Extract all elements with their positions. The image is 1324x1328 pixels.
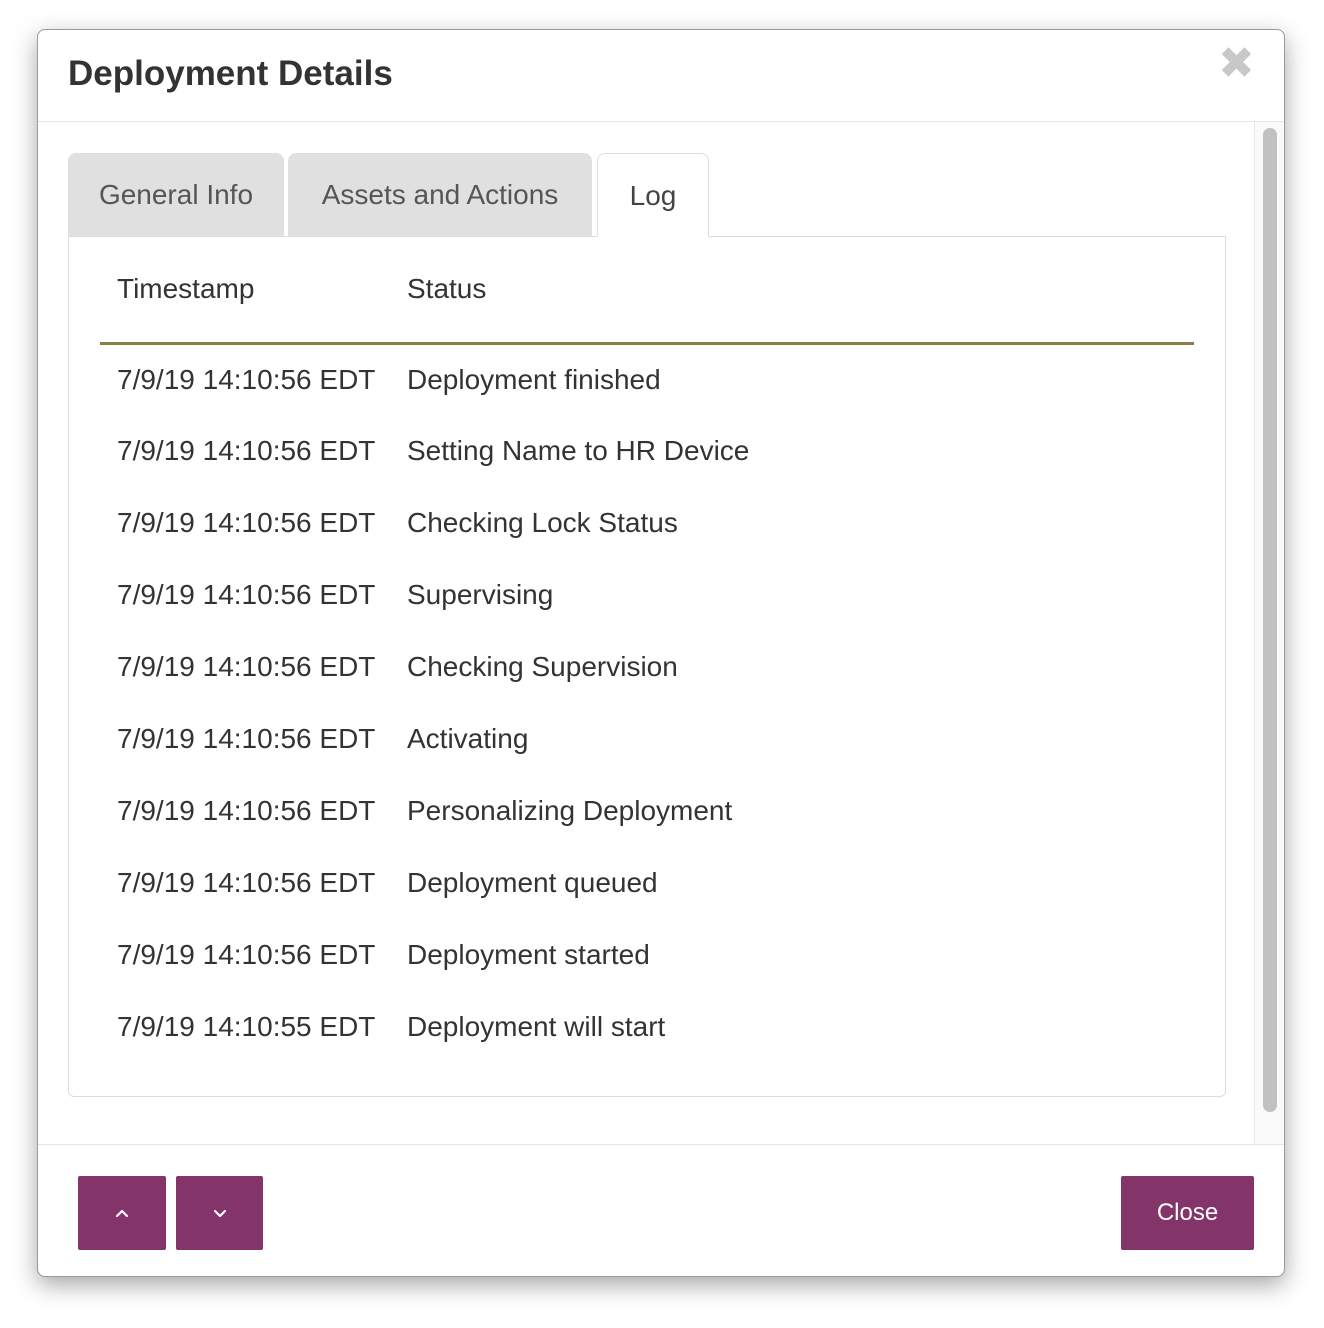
log-panel: Timestamp Status 7/9/19 14:10:56 EDT Dep… — [68, 237, 1226, 1097]
timestamp-cell: 7/9/19 14:10:56 EDT — [117, 939, 376, 970]
timestamp-cell: 7/9/19 14:10:56 EDT — [117, 507, 376, 538]
close-icon[interactable]: ✖ — [1218, 42, 1255, 86]
table-row: 7/9/19 14:10:56 EDT Deployment finished — [100, 343, 1194, 415]
scrollbar-thumb[interactable] — [1263, 128, 1277, 1112]
table-row: 7/9/19 14:10:56 EDT Checking Supervision — [100, 631, 1194, 703]
status-cell: Deployment finished — [407, 363, 661, 395]
dialog-header: Deployment Details ✖ — [38, 30, 1284, 122]
status-cell: Checking Supervision — [407, 651, 678, 682]
table-row: 7/9/19 14:10:56 EDT Personalizing Deploy… — [100, 775, 1194, 847]
timestamp-cell: 7/9/19 14:10:56 EDT — [117, 435, 376, 466]
column-header-timestamp: Timestamp — [100, 237, 390, 345]
table-row: 7/9/19 14:10:56 EDT Activating — [100, 703, 1194, 775]
next-button[interactable] — [176, 1176, 263, 1250]
tab-assets-and-actions[interactable]: Assets and Actions — [288, 153, 592, 236]
tab-bar: General Info Assets and Actions Log — [68, 153, 1226, 237]
status-cell: Setting Name to HR Device — [407, 435, 750, 466]
timestamp-cell: 7/9/19 14:10:56 EDT — [117, 363, 376, 395]
previous-button[interactable] — [78, 1176, 166, 1250]
log-table-header-row: Timestamp Status — [100, 237, 1194, 345]
table-row: 7/9/19 14:10:56 EDT Deployment started — [100, 919, 1194, 991]
timestamp-cell: 7/9/19 14:10:56 EDT — [117, 651, 376, 682]
deployment-details-dialog: Deployment Details ✖ General Info Assets… — [37, 29, 1285, 1277]
table-row: 7/9/19 14:10:56 EDT Deployment queued — [100, 847, 1194, 919]
status-cell: Supervising — [407, 579, 554, 610]
column-header-status: Status — [390, 237, 1194, 345]
table-row: 7/9/19 14:10:56 EDT Checking Lock Status — [100, 487, 1194, 559]
table-row: 7/9/19 14:10:56 EDT Supervising — [100, 559, 1194, 631]
table-row: 7/9/19 14:10:56 EDT Setting Name to HR D… — [100, 415, 1194, 487]
dialog-footer: Close — [38, 1144, 1284, 1276]
scrollbar[interactable] — [1254, 122, 1284, 1144]
status-cell: Deployment will start — [407, 1011, 666, 1042]
status-cell: Checking Lock Status — [407, 507, 678, 538]
dialog-title: Deployment Details — [68, 54, 393, 93]
status-cell: Deployment started — [407, 939, 650, 970]
chevron-down-icon — [213, 1209, 226, 1218]
dialog-body: General Info Assets and Actions Log Time… — [38, 122, 1256, 1144]
tab-log[interactable]: Log — [597, 153, 709, 237]
table-row: 7/9/19 14:10:55 EDT Deployment will star… — [100, 991, 1194, 1063]
close-button[interactable]: Close — [1121, 1176, 1254, 1250]
tab-general-info[interactable]: General Info — [68, 153, 284, 236]
log-table: Timestamp Status 7/9/19 14:10:56 EDT Dep… — [100, 237, 1194, 1063]
timestamp-cell: 7/9/19 14:10:56 EDT — [117, 579, 376, 610]
status-cell: Activating — [407, 723, 529, 754]
timestamp-cell: 7/9/19 14:10:56 EDT — [117, 867, 376, 898]
status-cell: Personalizing Deployment — [407, 795, 733, 826]
status-cell: Deployment queued — [407, 867, 658, 898]
chevron-up-icon — [115, 1209, 129, 1218]
timestamp-cell: 7/9/19 14:10:56 EDT — [117, 723, 376, 754]
timestamp-cell: 7/9/19 14:10:55 EDT — [117, 1011, 376, 1042]
timestamp-cell: 7/9/19 14:10:56 EDT — [117, 795, 376, 826]
